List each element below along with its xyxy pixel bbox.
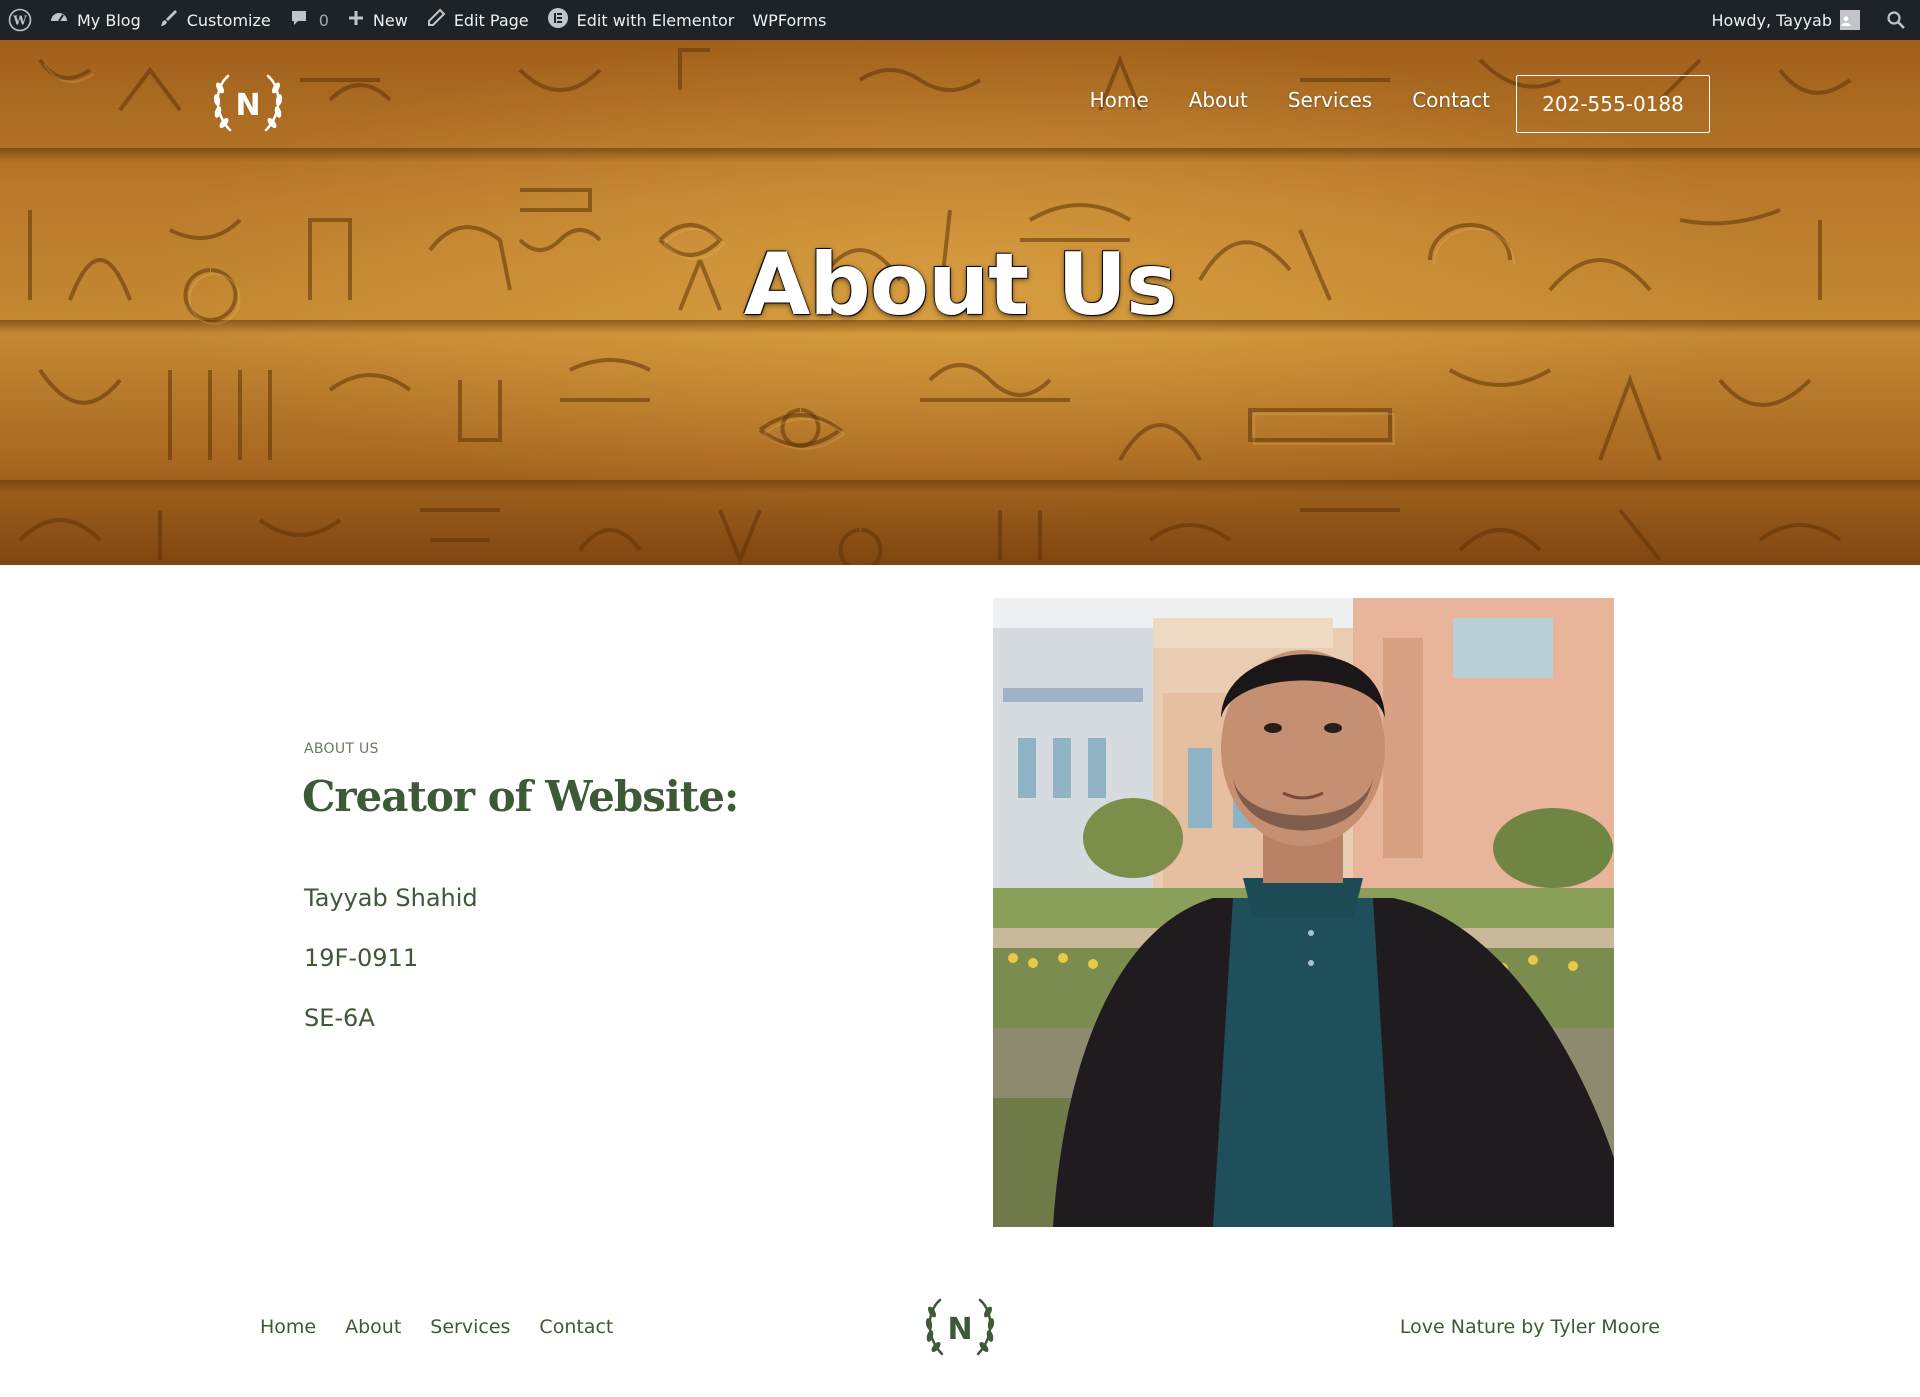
nav-about[interactable]: About [1189,88,1248,112]
my-account-menu[interactable]: Howdy, Tayyab [1702,0,1872,40]
search-icon[interactable] [1872,0,1920,40]
edit-with-elementor-label: Edit with Elementor [576,10,735,30]
creator-section: SE-6A [304,1004,375,1032]
paintbrush-icon [159,8,187,32]
creator-name: Tayyab Shahid [304,884,478,912]
footer-nav-services[interactable]: Services [430,1316,510,1338]
new-label: New [372,10,408,30]
customize-label: Customize [186,10,271,30]
edit-page-label: Edit Page [453,10,529,30]
hero-banner: N Home About Services Contact 202-555-01… [0,40,1920,565]
comments-count: 0 [318,10,329,30]
section-kicker: ABOUT US [304,741,379,757]
elementor-icon [547,7,577,33]
comments-link[interactable]: 0 [280,0,338,40]
footer-logo-icon[interactable]: N [918,1292,1002,1364]
logo-letter: N [235,88,260,123]
avatar [1840,10,1860,30]
howdy-label: Howdy, Tayyab [1711,10,1832,30]
phone-button[interactable]: 202-555-0188 [1516,75,1710,133]
nav-services[interactable]: Services [1288,88,1372,112]
footer-credit: Love Nature by Tyler Moore [1399,1316,1660,1338]
pencil-icon [426,8,454,32]
footer-logo-letter: N [947,1312,972,1347]
new-content-menu[interactable]: New [338,0,417,40]
footer-nav: Home About Services Contact [260,1316,613,1338]
edit-page-link[interactable]: Edit Page [417,0,538,40]
footer-nav-home[interactable]: Home [260,1316,316,1338]
wordpress-logo-icon[interactable]: W [0,0,40,40]
edit-with-elementor-link[interactable]: Edit with Elementor [538,0,744,40]
main-nav: Home About Services Contact [1090,88,1490,112]
wpforms-label: WPForms [752,10,827,30]
nav-home[interactable]: Home [1090,88,1149,112]
comment-bubble-icon [289,8,317,32]
wpforms-link[interactable]: WPForms [743,0,835,40]
wp-admin-bar: W My Blog Customize 0 New Edit Page Edit… [0,0,1920,40]
page-title: About Us [743,235,1178,335]
plus-icon [347,9,373,31]
nav-contact[interactable]: Contact [1412,88,1490,112]
svg-text:W: W [12,14,27,28]
customize-link[interactable]: Customize [150,0,280,40]
my-blog-label: My Blog [77,10,141,30]
footer-nav-contact[interactable]: Contact [539,1316,613,1338]
my-blog-menu[interactable]: My Blog [40,0,150,40]
footer-nav-about[interactable]: About [345,1316,401,1338]
section-headline: Creator of Website: [302,772,739,821]
site-logo-icon[interactable]: N [206,68,290,140]
creator-photo [993,598,1614,1227]
dashboard-icon [49,8,77,32]
creator-id: 19F-0911 [304,944,419,972]
